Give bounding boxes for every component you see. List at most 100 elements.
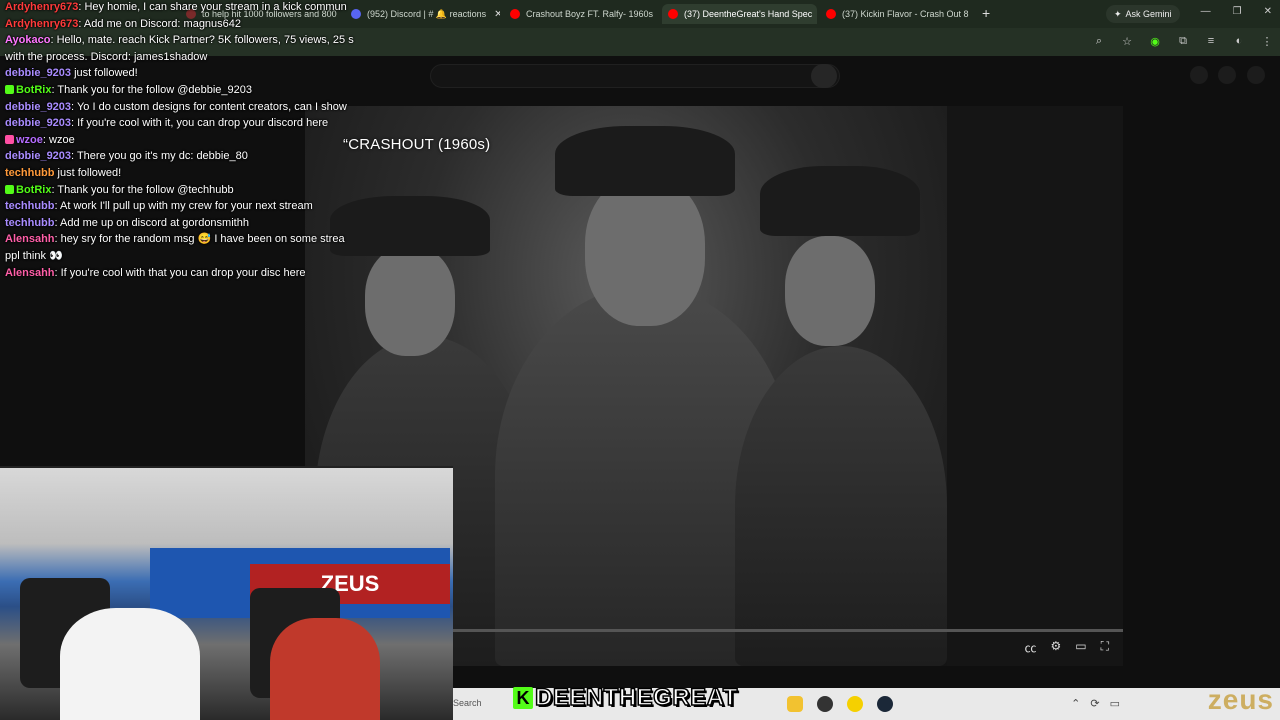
video-caption: “CRASHOUT (1960s) bbox=[343, 136, 491, 153]
chat-message: Alensahh: If you're cool with that you c… bbox=[5, 266, 305, 280]
youtube-icon bbox=[826, 9, 836, 19]
chevron-up-icon[interactable]: ⌃ bbox=[1071, 697, 1080, 710]
chat-username[interactable]: techhubb bbox=[5, 217, 55, 229]
chat-badge-icon bbox=[5, 85, 14, 94]
search-button[interactable] bbox=[811, 64, 837, 88]
volume-icon[interactable]: ▭ bbox=[1110, 697, 1120, 710]
sponsor-logo: zeus bbox=[1207, 684, 1274, 715]
close-tab-icon[interactable]: ✕ bbox=[812, 9, 817, 20]
streamer-name: DEENTHEGREAT bbox=[534, 683, 738, 712]
close-tab-icon[interactable]: ✕ bbox=[653, 9, 659, 20]
tab-1[interactable]: (952) Discord | # 🔔 reactions ✕ bbox=[345, 4, 500, 24]
tab-3-active[interactable]: (37) DeentheGreat's Hand Spec ✕ bbox=[662, 4, 817, 24]
chat-text: just followed! bbox=[54, 167, 122, 179]
close-window-button[interactable]: ✕ bbox=[1264, 6, 1272, 17]
extension-badge-icon[interactable]: ◉ bbox=[1148, 35, 1162, 48]
avatar[interactable] bbox=[1247, 66, 1265, 84]
tab-2[interactable]: Crashout Boyz FT. Ralfy- 1960s ✕ bbox=[504, 4, 659, 24]
maximize-button[interactable]: ❐ bbox=[1233, 6, 1242, 17]
streamer-name-overlay: K DEENTHEGREAT bbox=[513, 683, 738, 712]
chat-text: : If you're cool with it, you can drop y… bbox=[71, 117, 329, 130]
toolbar-icons: ⌕ ☆ ◉ ⧉ ≡ ◐ ⋮ bbox=[1092, 35, 1274, 48]
chat-message: BotRix: Thank you for the follow @debbie… bbox=[5, 83, 252, 97]
discord-icon bbox=[351, 9, 361, 19]
zoom-icon[interactable]: ⌕ bbox=[1092, 35, 1106, 48]
steam-icon[interactable] bbox=[877, 696, 893, 712]
tab-label: (952) Discord | # 🔔 reactions bbox=[367, 8, 487, 19]
chat-username[interactable]: Ayokaco bbox=[5, 34, 50, 46]
chat-text: : Thank you for the follow @debbie_9203 bbox=[51, 84, 252, 96]
cc-icon[interactable]: ㏄ bbox=[1024, 639, 1036, 656]
ask-gemini-button[interactable]: ✦ Ask Gemini bbox=[1106, 5, 1180, 23]
tab-label: Crashout Boyz FT. Ralfy- 1960s bbox=[526, 9, 654, 19]
close-tab-icon[interactable]: ✕ bbox=[969, 9, 975, 20]
window-controls: — ❐ ✕ bbox=[1201, 6, 1272, 17]
menu-icon[interactable]: ≡ bbox=[1204, 35, 1218, 48]
chat-username[interactable]: debbie_9203 bbox=[5, 150, 71, 162]
chat-username[interactable]: techhubb bbox=[5, 167, 55, 179]
chat-message: debbie_9203: If you're cool with it, you… bbox=[5, 116, 328, 130]
youtube-icon bbox=[510, 9, 520, 19]
chat-message: techhubb: Add me up on discord at gordon… bbox=[5, 216, 249, 230]
minimize-button[interactable]: — bbox=[1201, 6, 1211, 17]
chat-message: techhubb just followed! bbox=[5, 166, 121, 180]
norton-icon[interactable] bbox=[847, 696, 863, 712]
star-icon[interactable]: ☆ bbox=[1120, 35, 1134, 48]
miniplayer-icon[interactable]: ▭ bbox=[1075, 639, 1086, 656]
notifications-icon[interactable] bbox=[1218, 66, 1236, 84]
figure-center-hat bbox=[555, 126, 735, 196]
ask-gemini-label: Ask Gemini bbox=[1125, 9, 1172, 19]
streamer-right bbox=[270, 618, 380, 720]
video-letterbox bbox=[947, 106, 1123, 666]
network-icon[interactable]: ⟳ bbox=[1090, 697, 1099, 710]
figure-right bbox=[735, 346, 947, 666]
fullscreen-icon[interactable]: ⛶ bbox=[1101, 639, 1109, 656]
chat-username[interactable]: wzoe bbox=[16, 134, 43, 146]
chat-message: techhubb: At work I'll pull up with my c… bbox=[5, 199, 313, 213]
more-icon[interactable]: ⋮ bbox=[1260, 35, 1274, 48]
chat-message: debbie_9203: Yo I do custom designs for … bbox=[5, 100, 347, 114]
chat-text: : Hey homie, I can share your stream in … bbox=[78, 1, 347, 13]
system-tray: ⌃ ⟳ ▭ bbox=[1071, 697, 1120, 710]
chat-username[interactable]: Alensahh bbox=[5, 233, 55, 245]
chat-username[interactable]: Alensahh bbox=[5, 267, 55, 279]
chat-username[interactable]: debbie_9203 bbox=[5, 101, 71, 113]
profile-icon[interactable]: ◐ bbox=[1232, 35, 1246, 48]
chat-text: : At work I'll pull up with my crew for … bbox=[54, 200, 313, 213]
chat-username[interactable]: Ardyhenry673 bbox=[5, 18, 78, 30]
chat-username[interactable]: BotRix bbox=[16, 184, 51, 196]
chat-text: with the process. Discord: james1shadow bbox=[5, 50, 208, 63]
close-tab-icon[interactable]: ✕ bbox=[486, 9, 500, 20]
chat-text: : Thank you for the follow @techhubb bbox=[51, 183, 234, 196]
chat-message: debbie_9203: There you go it's my dc: de… bbox=[5, 149, 248, 163]
chat-username[interactable]: techhubb bbox=[5, 200, 55, 212]
streamer-left bbox=[60, 608, 200, 720]
chat-text: : Add me up on discord at gordonsmithh bbox=[54, 216, 249, 229]
chat-username[interactable]: Ardyhenry673 bbox=[5, 1, 78, 13]
search-input[interactable] bbox=[430, 64, 840, 88]
stream-chat-overlay: Ardyhenry673: Hey homie, I can share you… bbox=[0, 0, 354, 290]
chat-badge-icon bbox=[5, 134, 14, 144]
file-explorer-icon[interactable] bbox=[787, 696, 803, 712]
create-icon[interactable] bbox=[1190, 66, 1208, 84]
chrome-icon[interactable] bbox=[817, 696, 833, 712]
chat-text: just followed! bbox=[71, 67, 138, 80]
chat-message: Ardyhenry673: Hey homie, I can share you… bbox=[5, 0, 347, 14]
taskbar-search[interactable]: Search bbox=[453, 698, 482, 708]
chat-text: : There you go it's my dc: debbie_80 bbox=[71, 150, 248, 163]
new-tab-button[interactable]: + bbox=[982, 5, 990, 21]
chat-message: ppl think 👀 bbox=[5, 249, 63, 263]
puzzle-icon[interactable]: ⧉ bbox=[1176, 35, 1190, 48]
chat-text: : hey sry for the random msg 😅 I have be… bbox=[54, 233, 345, 246]
chat-text: : Yo I do custom designs for content cre… bbox=[71, 100, 347, 113]
tab-4[interactable]: (37) Kickin Flavor - Crash Out 8 ✕ bbox=[820, 4, 975, 24]
chat-username[interactable]: BotRix bbox=[16, 84, 51, 96]
chat-username[interactable]: debbie_9203 bbox=[5, 67, 71, 79]
settings-icon[interactable]: ⚙ bbox=[1050, 639, 1061, 656]
chat-message: Alensahh: hey sry for the random msg 😅 I… bbox=[5, 232, 345, 246]
chat-username[interactable]: debbie_9203 bbox=[5, 117, 71, 129]
player-controls: ㏄ ⚙ ▭ ⛶ bbox=[1024, 639, 1109, 656]
chat-badge-icon bbox=[5, 184, 14, 194]
chat-text: : If you're cool with that you can drop … bbox=[54, 266, 306, 279]
taskbar-apps bbox=[787, 696, 893, 712]
